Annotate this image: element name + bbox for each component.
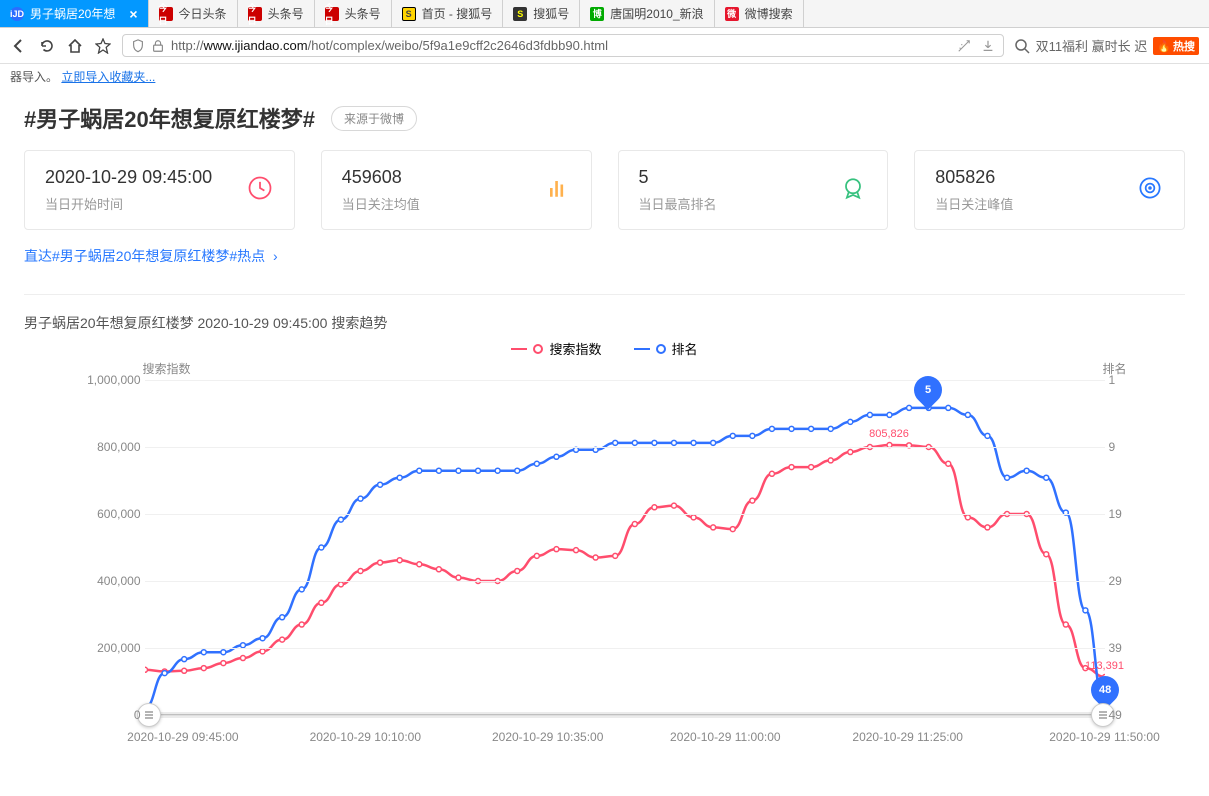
medal-icon xyxy=(839,174,867,207)
browser-tab[interactable]: S 首页 - 搜狐号 xyxy=(392,0,504,27)
y1-tick: 400,000 xyxy=(75,574,141,588)
stat-card-c1: 2020-10-29 09:45:00 当日开始时间 xyxy=(24,150,295,230)
tab-close-icon[interactable]: × xyxy=(129,6,137,22)
y2-tick: 39 xyxy=(1109,641,1143,655)
y2-tick: 1 xyxy=(1109,373,1143,387)
tab-favicon: iJD xyxy=(10,7,24,21)
hotspot-link[interactable]: 直达#男子蜗居20年想复原红楼梦#热点 › xyxy=(24,248,278,264)
tab-label: 搜狐号 xyxy=(533,5,569,22)
tab-favicon: S xyxy=(513,7,527,21)
url-bar: http://www.ijiandao.com/hot/complex/weib… xyxy=(0,28,1209,64)
browser-tab[interactable]: 微 微博搜索 xyxy=(715,0,804,27)
browser-tabs: iJD 男子蜗居20年想×今日 今日头条今日 头条号今日 头条号S 首页 - 搜… xyxy=(0,0,1209,28)
tab-label: 头条号 xyxy=(345,5,381,22)
stat-card-c3: 5 当日最高排名 xyxy=(618,150,889,230)
refresh-button[interactable] xyxy=(38,37,56,55)
source-badge: 来源于微博 xyxy=(331,106,417,131)
clock-icon xyxy=(246,174,274,207)
download-icon[interactable] xyxy=(981,39,995,53)
stat-card-c2: 459608 当日关注均值 xyxy=(321,150,592,230)
stat-label: 当日关注均值 xyxy=(342,194,420,213)
chart-pin: 48 xyxy=(1091,676,1119,704)
range-slider[interactable] xyxy=(145,712,1105,718)
x-tick: 2020-10-29 11:25:00 xyxy=(852,730,963,744)
stat-value: 5 xyxy=(639,167,717,188)
tab-favicon: 博 xyxy=(590,7,604,21)
stat-card-c4: 805826 当日关注峰值 xyxy=(914,150,1185,230)
stat-value: 459608 xyxy=(342,167,420,188)
y1-tick: 600,000 xyxy=(75,507,141,521)
stat-value: 805826 xyxy=(935,167,1013,188)
tab-favicon: 今日 xyxy=(325,7,339,21)
bookmark-star-icon[interactable] xyxy=(94,37,112,55)
y1-tick: 200,000 xyxy=(75,641,141,655)
y1-tick: 800,000 xyxy=(75,440,141,454)
tab-favicon: 今日 xyxy=(248,7,262,21)
stat-label: 当日关注峰值 xyxy=(935,194,1013,213)
browser-tab[interactable]: iJD 男子蜗居20年想 × xyxy=(0,0,149,27)
shield-icon xyxy=(131,39,145,53)
tab-label: 今日头条 xyxy=(179,5,227,22)
y1-tick: 0 xyxy=(75,708,141,722)
bookmark-import-link[interactable]: 立即导入收藏夹... xyxy=(61,68,155,85)
tab-favicon: 微 xyxy=(725,7,739,21)
chart-legend: 搜索指数 排名 xyxy=(24,339,1185,358)
hotspot-link-row: 直达#男子蜗居20年想复原红楼梦#热点 › xyxy=(24,246,1185,266)
tab-label: 首页 - 搜狐号 xyxy=(422,5,493,22)
browser-tab[interactable]: 今日 今日头条 xyxy=(149,0,238,27)
tab-label: 头条号 xyxy=(268,5,304,22)
x-tick: 2020-10-29 11:00:00 xyxy=(670,730,781,744)
bookmark-import-bar: 器导入。 立即导入收藏夹... xyxy=(0,64,1209,88)
bars-icon xyxy=(543,174,571,207)
legend-item-rank[interactable]: 排名 xyxy=(634,339,698,358)
y1-axis-label: 搜索指数 xyxy=(143,360,191,377)
page-title: #男子蜗居20年想复原红楼梦# xyxy=(24,102,315,134)
eye-icon xyxy=(1136,174,1164,207)
chart-value-label: 805,826 xyxy=(869,428,909,440)
back-button[interactable] xyxy=(10,37,28,55)
search-icon xyxy=(1014,38,1030,54)
browser-tab[interactable]: 今日 头条号 xyxy=(238,0,315,27)
y1-tick: 1,000,000 xyxy=(75,373,141,387)
chart-title: 男子蜗居20年想复原红楼梦 2020-10-29 09:45:00 搜索趋势 xyxy=(24,313,1185,333)
series-line xyxy=(145,408,1105,708)
y2-tick: 29 xyxy=(1109,574,1143,588)
lock-icon xyxy=(151,39,165,53)
x-tick: 2020-10-29 10:35:00 xyxy=(492,730,603,744)
tab-label: 男子蜗居20年想 xyxy=(30,5,115,22)
chart-area: 搜索指数 排名 805,8265113,39148 0200,000400,00… xyxy=(45,360,1165,760)
browser-tab[interactable]: S 搜狐号 xyxy=(503,0,580,27)
x-tick: 2020-10-29 11:50:00 xyxy=(1049,730,1160,744)
x-tick: 2020-10-29 10:10:00 xyxy=(310,730,421,744)
y2-tick: 49 xyxy=(1109,708,1143,722)
y2-tick: 9 xyxy=(1109,440,1143,454)
tab-favicon: S xyxy=(402,7,416,21)
stat-value: 2020-10-29 09:45:00 xyxy=(45,167,212,188)
stat-label: 当日开始时间 xyxy=(45,194,212,213)
tab-label: 微博搜索 xyxy=(745,5,793,22)
browser-tab[interactable]: 今日 头条号 xyxy=(315,0,392,27)
legend-item-search-index[interactable]: 搜索指数 xyxy=(511,339,601,358)
y2-tick: 19 xyxy=(1109,507,1143,521)
chart-value-label: 113,391 xyxy=(1085,660,1124,672)
search-box[interactable]: 双11福利 赢时长 迟 🔥热搜 xyxy=(1014,36,1199,55)
url-field[interactable]: http://www.ijiandao.com/hot/complex/weib… xyxy=(122,34,1004,57)
series-line xyxy=(145,445,1105,677)
wand-icon[interactable] xyxy=(957,39,971,53)
tab-label: 唐国明2010_新浪 xyxy=(610,5,703,22)
x-tick: 2020-10-29 09:45:00 xyxy=(127,730,238,744)
tab-favicon: 今日 xyxy=(159,7,173,21)
bookmark-prefix: 器导入。 xyxy=(10,68,58,85)
url-text: http://www.ijiandao.com/hot/complex/weib… xyxy=(171,38,608,53)
search-placeholder: 双11福利 赢时长 迟 xyxy=(1036,36,1148,55)
stat-cards: 2020-10-29 09:45:00 当日开始时间 459608 当日关注均值… xyxy=(24,150,1185,230)
home-button[interactable] xyxy=(66,37,84,55)
hot-badge: 🔥热搜 xyxy=(1153,37,1199,55)
chart-pin: 5 xyxy=(914,376,942,404)
browser-tab[interactable]: 博 唐国明2010_新浪 xyxy=(580,0,714,27)
stat-label: 当日最高排名 xyxy=(639,194,717,213)
